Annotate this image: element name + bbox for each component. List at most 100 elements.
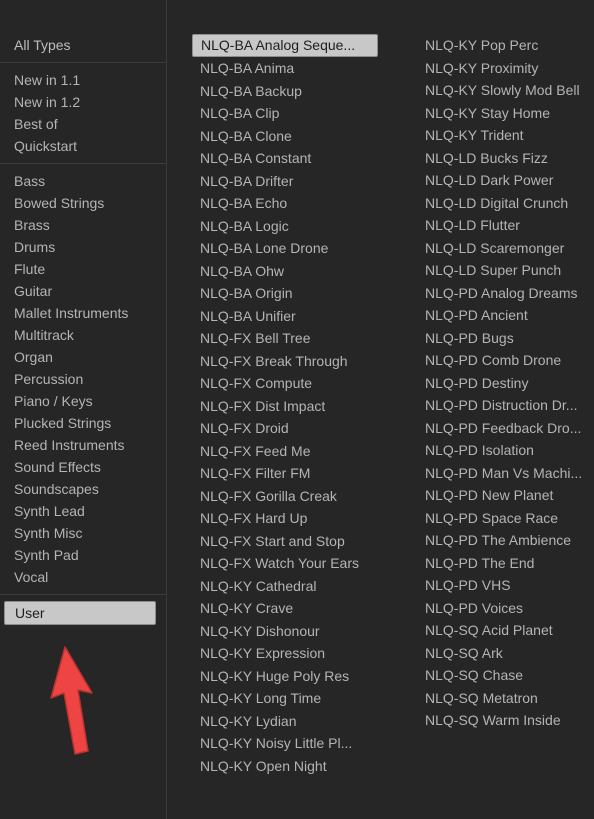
preset-browser: All Types New in 1.1 New in 1.2 Best of Qui…: [0, 0, 594, 819]
sidebar-item-brass[interactable]: Brass: [0, 214, 166, 236]
preset-item-nlq-sq-metatron[interactable]: NLQ-SQ Metatron: [417, 687, 594, 710]
preset-item-nlq-pd-the-end[interactable]: NLQ-PD The End: [417, 552, 594, 575]
preset-item-nlq-ky-proximity[interactable]: NLQ-KY Proximity: [417, 57, 594, 80]
preset-item-nlq-pd-ancient[interactable]: NLQ-PD Ancient: [417, 304, 594, 327]
sidebar-item-new-in-1-1[interactable]: New in 1.1: [0, 69, 166, 91]
preset-item-nlq-ky-noisy-little-pl[interactable]: NLQ-KY Noisy Little Pl...: [192, 732, 402, 755]
sidebar-item-synth-misc[interactable]: Synth Misc: [0, 522, 166, 544]
category-sidebar: All Types New in 1.1 New in 1.2 Best of Qui…: [0, 0, 167, 819]
preset-item-nlq-ba-clip[interactable]: NLQ-BA Clip: [192, 102, 402, 125]
preset-item-nlq-ld-bucks-fizz[interactable]: NLQ-LD Bucks Fizz: [417, 147, 594, 170]
sidebar-item-synth-lead[interactable]: Synth Lead: [0, 500, 166, 522]
preset-item-nlq-pd-feedback-dro[interactable]: NLQ-PD Feedback Dro...: [417, 417, 594, 440]
preset-item-nlq-ba-unifier[interactable]: NLQ-BA Unifier: [192, 305, 402, 328]
sidebar-divider: [0, 62, 166, 63]
preset-item-nlq-fx-break-through[interactable]: NLQ-FX Break Through: [192, 350, 402, 373]
preset-results: NLQ-BA Analog Seque... NLQ-BA Anima NLQ-BA…: [168, 0, 594, 819]
preset-item-nlq-ba-drifter[interactable]: NLQ-BA Drifter: [192, 170, 402, 193]
preset-item-nlq-ba-constant[interactable]: NLQ-BA Constant: [192, 147, 402, 170]
sidebar-item-guitar[interactable]: Guitar: [0, 280, 166, 302]
preset-item-nlq-fx-feed-me[interactable]: NLQ-FX Feed Me: [192, 440, 402, 463]
sidebar-item-percussion[interactable]: Percussion: [0, 368, 166, 390]
preset-item-nlq-ld-dark-power[interactable]: NLQ-LD Dark Power: [417, 169, 594, 192]
sidebar-item-plucked-strings[interactable]: Plucked Strings: [0, 412, 166, 434]
preset-item-nlq-ky-trident[interactable]: NLQ-KY Trident: [417, 124, 594, 147]
sidebar-item-multitrack[interactable]: Multitrack: [0, 324, 166, 346]
preset-item-nlq-pd-voices[interactable]: NLQ-PD Voices: [417, 597, 594, 620]
sidebar-item-vocal[interactable]: Vocal: [0, 566, 166, 588]
preset-item-nlq-pd-vhs[interactable]: NLQ-PD VHS: [417, 574, 594, 597]
preset-item-nlq-ba-analog-seque[interactable]: NLQ-BA Analog Seque...: [192, 34, 378, 57]
sidebar-item-new-in-1-2[interactable]: New in 1.2: [0, 91, 166, 113]
sidebar-item-quickstart[interactable]: Quickstart: [0, 135, 166, 157]
sidebar-item-synth-pad[interactable]: Synth Pad: [0, 544, 166, 566]
preset-item-nlq-fx-hard-up[interactable]: NLQ-FX Hard Up: [192, 507, 402, 530]
preset-item-nlq-pd-comb-drone[interactable]: NLQ-PD Comb Drone: [417, 349, 594, 372]
preset-item-nlq-ba-logic[interactable]: NLQ-BA Logic: [192, 215, 402, 238]
results-column-2: NLQ-KY Pop Perc NLQ-KY Proximity NLQ-KY Sl…: [417, 34, 594, 732]
sidebar-item-reed-instruments[interactable]: Reed Instruments: [0, 434, 166, 456]
preset-item-nlq-ky-dishonour[interactable]: NLQ-KY Dishonour: [192, 620, 402, 643]
sidebar-item-sound-effects[interactable]: Sound Effects: [0, 456, 166, 478]
preset-item-nlq-pd-new-planet[interactable]: NLQ-PD New Planet: [417, 484, 594, 507]
preset-item-nlq-pd-bugs[interactable]: NLQ-PD Bugs: [417, 327, 594, 350]
sidebar-item-best-of[interactable]: Best of: [0, 113, 166, 135]
preset-item-nlq-ky-expression[interactable]: NLQ-KY Expression: [192, 642, 402, 665]
sidebar-item-user[interactable]: User: [4, 601, 156, 625]
sidebar-group-list: New in 1.1 New in 1.2 Best of Quickstart Bas…: [0, 69, 166, 625]
sidebar-item-mallet-instruments[interactable]: Mallet Instruments: [0, 302, 166, 324]
preset-item-nlq-fx-start-and-stop[interactable]: NLQ-FX Start and Stop: [192, 530, 402, 553]
preset-item-nlq-pd-space-race[interactable]: NLQ-PD Space Race: [417, 507, 594, 530]
preset-item-nlq-ld-super-punch[interactable]: NLQ-LD Super Punch: [417, 259, 594, 282]
sidebar-item-drums[interactable]: Drums: [0, 236, 166, 258]
preset-item-nlq-pd-destiny[interactable]: NLQ-PD Destiny: [417, 372, 594, 395]
preset-item-nlq-pd-man-vs-machi[interactable]: NLQ-PD Man Vs Machi...: [417, 462, 594, 485]
preset-item-nlq-fx-droid[interactable]: NLQ-FX Droid: [192, 417, 402, 440]
preset-item-nlq-pd-analog-dreams[interactable]: NLQ-PD Analog Dreams: [417, 282, 594, 305]
preset-item-nlq-ky-pop-perc[interactable]: NLQ-KY Pop Perc: [417, 34, 594, 57]
preset-item-nlq-ky-huge-poly-res[interactable]: NLQ-KY Huge Poly Res: [192, 665, 402, 688]
preset-item-nlq-ba-origin[interactable]: NLQ-BA Origin: [192, 282, 402, 305]
sidebar-group: Bass Bowed Strings Brass Drums Flute Guitar Ma…: [0, 170, 166, 588]
sidebar-group: User: [0, 601, 166, 625]
preset-item-nlq-sq-ark[interactable]: NLQ-SQ Ark: [417, 642, 594, 665]
results-column-1: NLQ-BA Analog Seque... NLQ-BA Anima NLQ-BA…: [192, 34, 402, 777]
preset-item-nlq-ky-slowly-mod-bell[interactable]: NLQ-KY Slowly Mod Bell: [417, 79, 594, 102]
sidebar-item-flute[interactable]: Flute: [0, 258, 166, 280]
sidebar-divider: [0, 163, 166, 164]
preset-item-nlq-fx-filter-fm[interactable]: NLQ-FX Filter FM: [192, 462, 402, 485]
sidebar-item-bass[interactable]: Bass: [0, 170, 166, 192]
preset-item-nlq-ba-clone[interactable]: NLQ-BA Clone: [192, 125, 402, 148]
preset-item-nlq-fx-compute[interactable]: NLQ-FX Compute: [192, 372, 402, 395]
preset-item-nlq-ba-echo[interactable]: NLQ-BA Echo: [192, 192, 402, 215]
sidebar-header-all-types[interactable]: All Types: [0, 34, 166, 56]
preset-item-nlq-ky-stay-home[interactable]: NLQ-KY Stay Home: [417, 102, 594, 125]
preset-item-nlq-sq-acid-planet[interactable]: NLQ-SQ Acid Planet: [417, 619, 594, 642]
preset-item-nlq-ky-lydian[interactable]: NLQ-KY Lydian: [192, 710, 402, 733]
preset-item-nlq-fx-watch-your-ears[interactable]: NLQ-FX Watch Your Ears: [192, 552, 402, 575]
preset-item-nlq-pd-isolation[interactable]: NLQ-PD Isolation: [417, 439, 594, 462]
preset-item-nlq-pd-the-ambience[interactable]: NLQ-PD The Ambience: [417, 529, 594, 552]
sidebar-item-piano-keys[interactable]: Piano / Keys: [0, 390, 166, 412]
preset-item-nlq-ba-lone-drone[interactable]: NLQ-BA Lone Drone: [192, 237, 402, 260]
preset-item-nlq-fx-gorilla-creak[interactable]: NLQ-FX Gorilla Creak: [192, 485, 402, 508]
preset-item-nlq-sq-warm-inside[interactable]: NLQ-SQ Warm Inside: [417, 709, 594, 732]
preset-item-nlq-fx-bell-tree[interactable]: NLQ-FX Bell Tree: [192, 327, 402, 350]
preset-item-nlq-ba-backup[interactable]: NLQ-BA Backup: [192, 80, 402, 103]
preset-item-nlq-ba-ohw[interactable]: NLQ-BA Ohw: [192, 260, 402, 283]
sidebar-item-soundscapes[interactable]: Soundscapes: [0, 478, 166, 500]
preset-item-nlq-sq-chase[interactable]: NLQ-SQ Chase: [417, 664, 594, 687]
preset-item-nlq-ld-scaremonger[interactable]: NLQ-LD Scaremonger: [417, 237, 594, 260]
preset-item-nlq-ky-crave[interactable]: NLQ-KY Crave: [192, 597, 402, 620]
preset-item-nlq-ky-open-night[interactable]: NLQ-KY Open Night: [192, 755, 402, 778]
sidebar-divider: [0, 594, 166, 595]
sidebar-item-organ[interactable]: Organ: [0, 346, 166, 368]
preset-item-nlq-fx-dist-impact[interactable]: NLQ-FX Dist Impact: [192, 395, 402, 418]
preset-item-nlq-pd-distruction-dr[interactable]: NLQ-PD Distruction Dr...: [417, 394, 594, 417]
preset-item-nlq-ky-cathedral[interactable]: NLQ-KY Cathedral: [192, 575, 402, 598]
preset-item-nlq-ld-flutter[interactable]: NLQ-LD Flutter: [417, 214, 594, 237]
preset-item-nlq-ky-long-time[interactable]: NLQ-KY Long Time: [192, 687, 402, 710]
preset-item-nlq-ld-digital-crunch[interactable]: NLQ-LD Digital Crunch: [417, 192, 594, 215]
sidebar-item-bowed-strings[interactable]: Bowed Strings: [0, 192, 166, 214]
preset-item-nlq-ba-anima[interactable]: NLQ-BA Anima: [192, 57, 402, 80]
